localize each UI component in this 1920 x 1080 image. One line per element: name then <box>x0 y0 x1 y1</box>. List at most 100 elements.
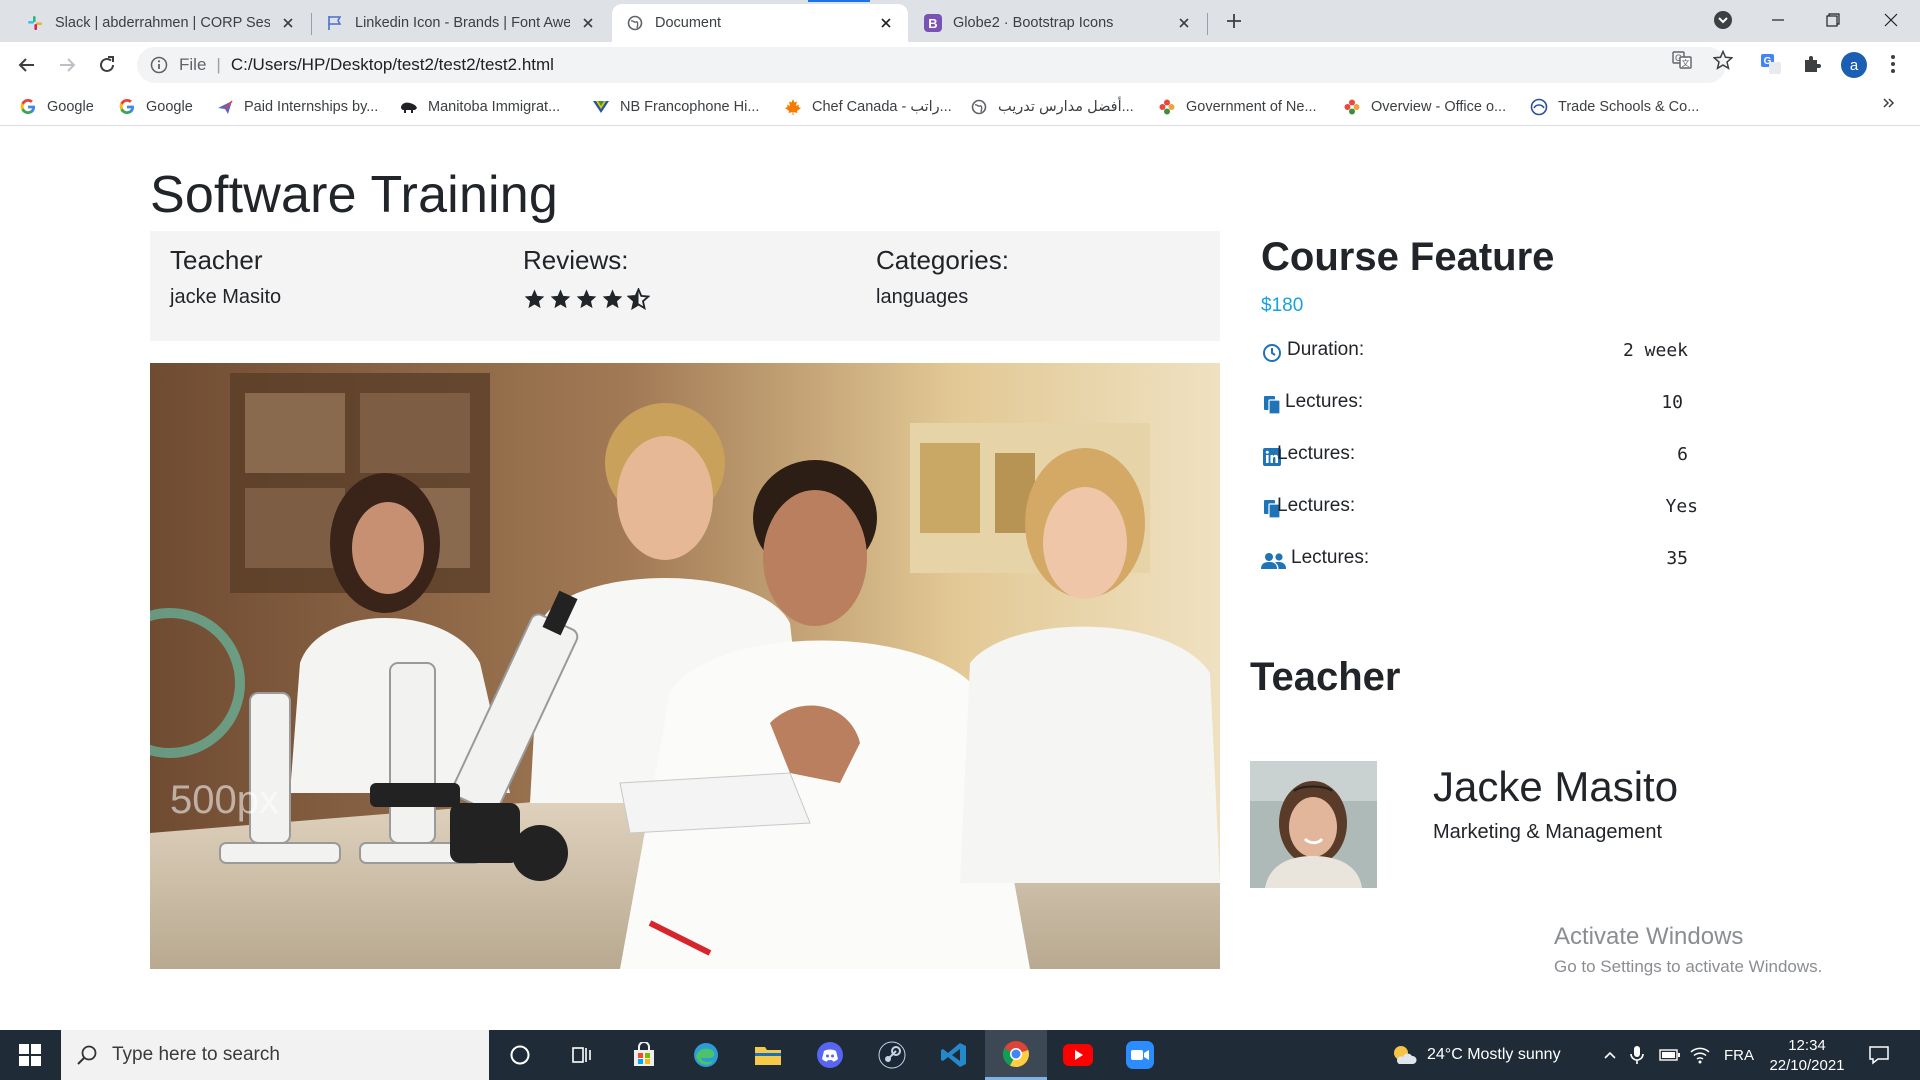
tab-document[interactable]: Document <box>612 4 908 42</box>
url-text[interactable]: C:/Users/HP/Desktop/test2/test2/test2.ht… <box>231 55 554 75</box>
url-scheme: File <box>179 55 207 74</box>
bookmark-trade-schools[interactable]: Trade Schools & Co... <box>1530 96 1699 118</box>
clock-time: 12:34 <box>1788 1037 1826 1054</box>
bookmark-overview-office[interactable]: Overview - Office o... <box>1343 96 1506 118</box>
taskbar-search-box[interactable]: Type here to search <box>61 1030 489 1080</box>
teacher-section-title: Teacher <box>1250 655 1401 699</box>
show-hidden-icons-chevron-icon[interactable] <box>1602 1030 1618 1080</box>
browser-menu-icon[interactable] <box>1881 52 1905 76</box>
star-full-icon <box>576 289 597 309</box>
bookmark-label: أفضل مدارس تدريب... <box>998 99 1134 115</box>
close-icon[interactable] <box>578 13 598 33</box>
svg-text:B: B <box>928 16 937 31</box>
bookmark-government[interactable]: Government of Ne... <box>1158 96 1317 118</box>
feature-value: 6 <box>1677 444 1688 465</box>
bookmark-nb-francophone[interactable]: NB Francophone Hi... <box>592 96 759 118</box>
discord-icon[interactable] <box>799 1030 861 1080</box>
close-window-button[interactable] <box>1868 0 1914 40</box>
categories-heading: Categories: <box>876 245 1009 275</box>
reload-button[interactable] <box>93 51 121 79</box>
star-full-icon <box>524 289 545 309</box>
zoom-icon[interactable] <box>1109 1030 1171 1080</box>
translate-icon[interactable]: G文 <box>1672 50 1692 70</box>
system-clock[interactable]: 12:34 22/10/2021 <box>1762 1036 1852 1076</box>
bookmarks-overflow-chevron-icon[interactable] <box>1882 96 1902 116</box>
bison-icon <box>400 98 418 116</box>
windows-start-button[interactable] <box>0 1030 60 1080</box>
feature-value: 35 <box>1666 548 1688 569</box>
address-bar[interactable]: File | C:/Users/HP/Desktop/test2/test2/t… <box>137 47 1726 83</box>
google-translate-extension-icon[interactable]: G <box>1759 52 1783 76</box>
close-icon[interactable] <box>278 13 298 33</box>
tab-linkedin-icon[interactable]: Linkedin Icon - Brands | Font Awe <box>312 4 610 42</box>
battery-icon[interactable] <box>1659 1030 1681 1080</box>
extensions-puzzle-icon[interactable] <box>1800 52 1824 76</box>
page-title: Software Training <box>150 166 559 224</box>
tab-globe2-bootstrap[interactable]: B Globe2 · Bootstrap Icons <box>910 4 1206 42</box>
vscode-icon[interactable] <box>923 1030 985 1080</box>
wifi-icon[interactable] <box>1690 1030 1710 1080</box>
url-divider: | <box>216 55 221 74</box>
feature-value: Yes <box>1665 496 1698 517</box>
minimize-button[interactable] <box>1755 0 1801 40</box>
google-icon <box>118 98 136 116</box>
feature-label: Lectures: <box>1291 547 1370 568</box>
activate-windows-subtitle: Go to Settings to activate Windows. <box>1554 957 1823 976</box>
bookmark-chef-canada[interactable]: Chef Canada - راتب... <box>784 96 952 118</box>
teacher-role: Marketing & Management <box>1433 821 1663 843</box>
bookmark-training-schools[interactable]: أفضل مدارس تدريب... <box>970 96 1134 118</box>
tab-search-button[interactable] <box>1700 0 1746 40</box>
store-icon[interactable] <box>613 1030 675 1080</box>
chrome-icon[interactable] <box>985 1030 1047 1080</box>
input-language[interactable]: FRA <box>1724 1030 1754 1080</box>
restore-button[interactable] <box>1810 0 1856 40</box>
notification-center-icon[interactable] <box>1868 1030 1890 1080</box>
bookmark-manitoba[interactable]: Manitoba Immigrat... <box>400 96 560 118</box>
new-tab-button[interactable] <box>1222 9 1246 33</box>
star-full-icon <box>602 289 623 309</box>
microphone-icon[interactable] <box>1630 1030 1644 1080</box>
users-icon <box>1261 550 1287 572</box>
globe-icon <box>626 14 644 32</box>
bootstrap-icon: B <box>924 14 942 32</box>
edge-icon[interactable] <box>675 1030 737 1080</box>
back-button[interactable] <box>13 51 41 79</box>
bookmark-paid-internships[interactable]: Paid Internships by... <box>216 96 378 118</box>
tab-loading-indicator <box>808 0 870 2</box>
bookmark-label: Trade Schools & Co... <box>1558 99 1700 115</box>
search-icon <box>77 1045 97 1065</box>
steam-icon[interactable] <box>861 1030 923 1080</box>
bookmark-google-1[interactable]: Google <box>19 96 94 118</box>
globe-icon <box>970 98 988 116</box>
tab-slack[interactable]: Slack | abderrahmen | CORP Sess <box>12 4 310 42</box>
course-hero-image: 500px <box>150 363 1220 969</box>
close-icon[interactable] <box>876 13 896 33</box>
task-view-icon[interactable] <box>551 1030 613 1080</box>
cortana-icon[interactable] <box>489 1030 551 1080</box>
students-in-lab-photo: 500px <box>150 363 1220 969</box>
feature-label: Duration: <box>1287 339 1365 360</box>
bookmark-label: Chef Canada - راتب... <box>812 99 952 115</box>
feature-label: Lectures: <box>1277 495 1356 516</box>
taskbar-search-placeholder: Type here to search <box>112 1044 280 1065</box>
bookmark-star-icon[interactable] <box>1713 50 1733 70</box>
bookmarks-bar: Google Google Paid Internships by... Man… <box>0 88 1920 126</box>
teacher-name: Jacke Masito <box>1433 763 1679 810</box>
bookmark-google-2[interactable]: Google <box>118 96 193 118</box>
feature-value: 2 week <box>1622 340 1688 361</box>
youtube-icon[interactable] <box>1047 1030 1109 1080</box>
course-price: $180 <box>1261 295 1304 316</box>
reviews-heading: Reviews: <box>523 245 629 275</box>
sun-cloud-icon <box>1394 1046 1417 1064</box>
weather-widget[interactable]: 24°C Mostly sunny <box>1391 1030 1561 1080</box>
forward-button[interactable] <box>53 51 81 79</box>
star-half-icon <box>627 288 650 310</box>
feature-row-duration: Duration: 2 week <box>1261 339 1701 367</box>
flower-icon <box>1343 98 1361 116</box>
profile-avatar[interactable]: a <box>1841 52 1867 78</box>
file-explorer-icon[interactable] <box>737 1030 799 1080</box>
info-icon[interactable] <box>149 55 169 75</box>
flower-icon <box>1158 98 1176 116</box>
close-icon[interactable] <box>1174 13 1194 33</box>
activate-windows-title: Activate Windows <box>1554 923 1744 950</box>
